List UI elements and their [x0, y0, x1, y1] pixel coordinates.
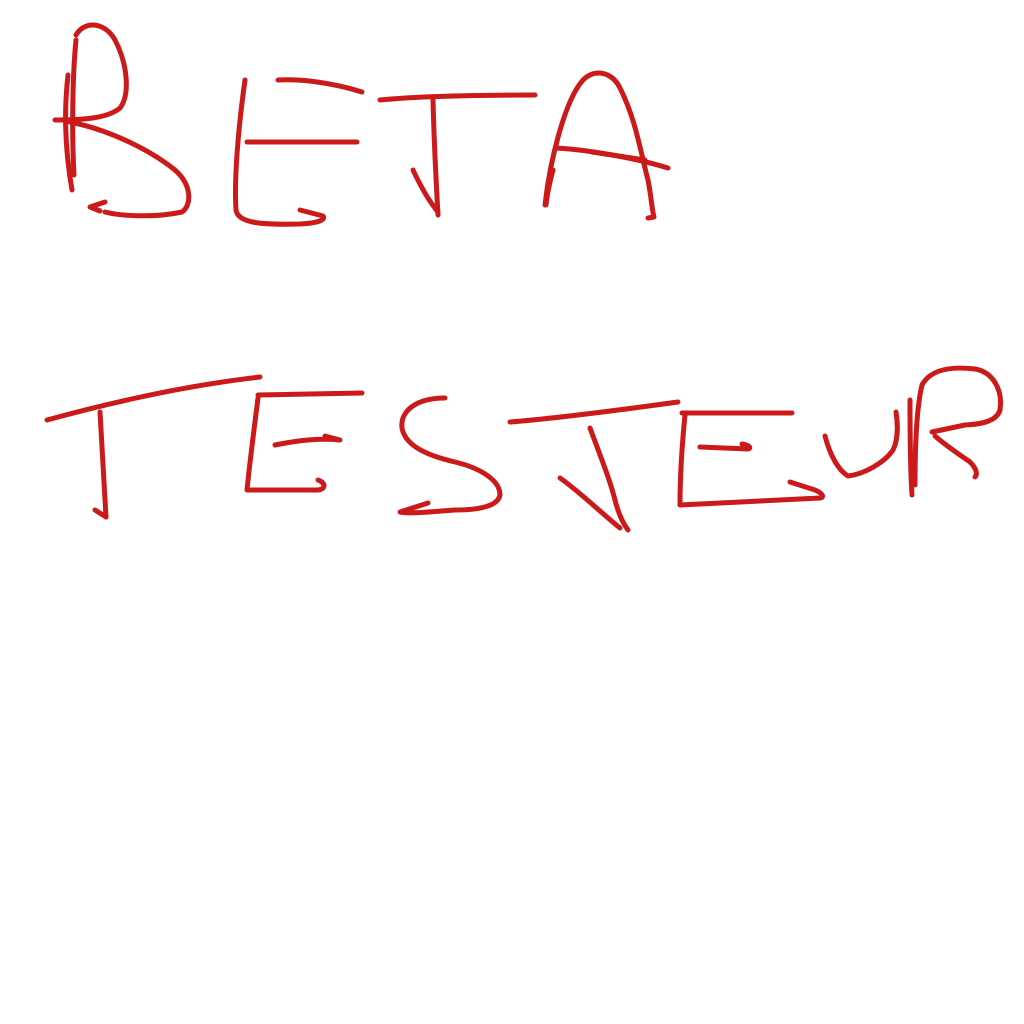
letter-s — [397, 395, 503, 516]
letter-t-1 — [44, 374, 263, 520]
letter-e-2 — [677, 410, 825, 508]
letter-t — [377, 92, 538, 218]
letter-u — [822, 409, 900, 479]
drawing-canvas: BETA TESTEUR — [0, 0, 1024, 1024]
handwritten-word-beta — [52, 22, 671, 227]
letter-t-2 — [507, 399, 681, 533]
letter-r — [907, 365, 1004, 498]
handwriting-drawing — [44, 22, 1004, 533]
letter-b — [52, 22, 192, 219]
handwritten-word-testeur — [44, 365, 1004, 533]
letter-a — [542, 70, 671, 221]
letter-e — [232, 77, 365, 227]
letter-e-1 — [244, 390, 365, 493]
